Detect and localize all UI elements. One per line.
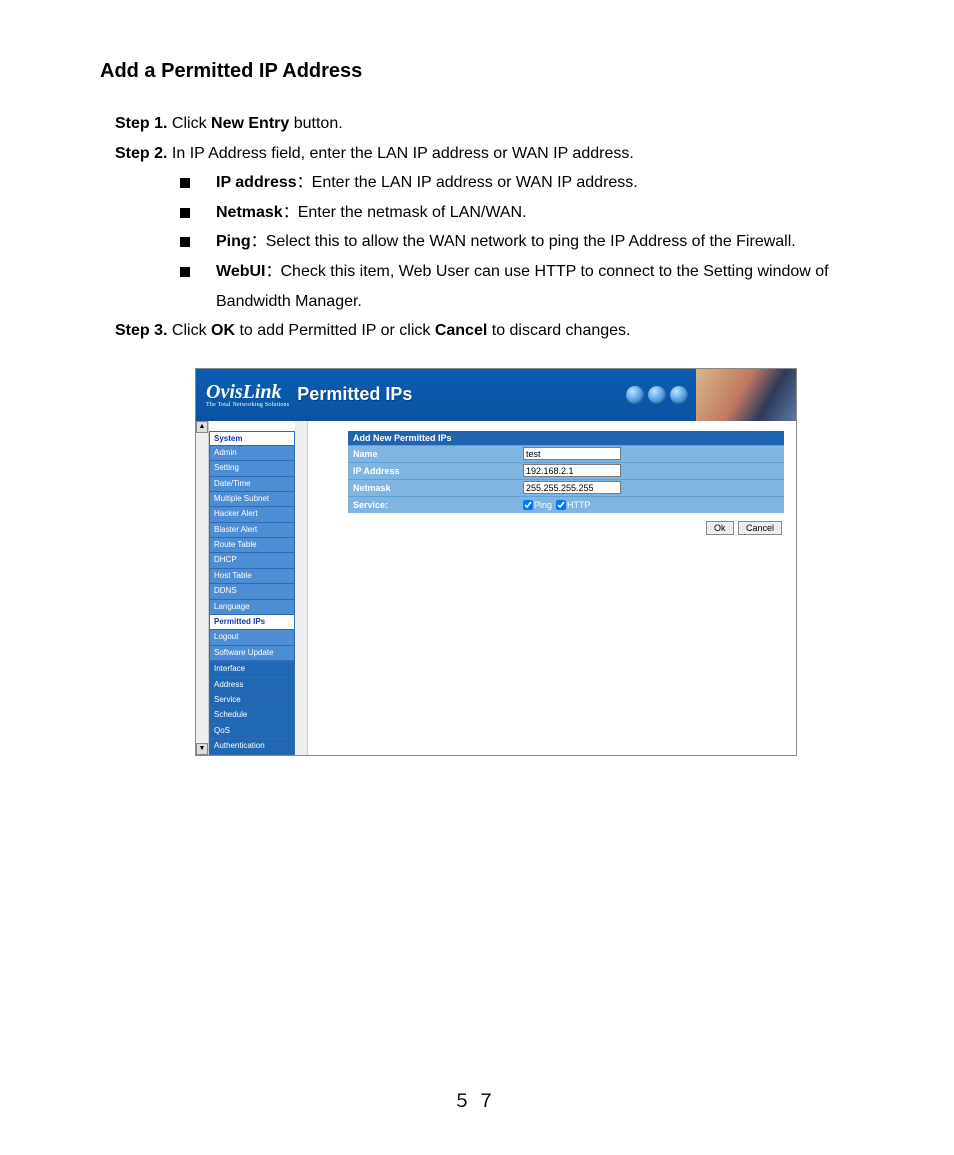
bullet-ip-address: IP address：Enter the LAN IP address or W…	[180, 168, 859, 198]
checkbox-ping[interactable]: Ping	[523, 500, 552, 510]
step-1: Step 1. Click New Entry button.	[115, 109, 859, 139]
nav-item-interface[interactable]: Interface	[209, 661, 295, 676]
banner-title: Permitted IPs	[297, 384, 412, 405]
input-name[interactable]	[523, 447, 621, 460]
input-netmask[interactable]	[523, 481, 621, 494]
bullet-ping: Ping：Select this to allow the WAN networ…	[180, 227, 859, 257]
screenshot-permitted-ips: OvisLink The Total Networking Solutions …	[195, 368, 797, 756]
checkbox-http-input[interactable]	[556, 500, 566, 510]
scroll-up-icon[interactable]: ▲	[196, 421, 208, 433]
globe-icon	[670, 386, 688, 404]
square-bullet-icon	[180, 208, 190, 218]
nav-item-route-table[interactable]: Route Table	[209, 537, 295, 552]
nav-item-multiple-subnet[interactable]: Multiple Subnet	[209, 491, 295, 506]
ok-button[interactable]: Ok	[706, 521, 734, 535]
globe-icon	[648, 386, 666, 404]
brand-logo: OvisLink The Total Networking Solutions	[206, 382, 289, 408]
square-bullet-icon	[180, 178, 190, 188]
row-service: Service: Ping HTTP	[348, 496, 784, 513]
checkbox-ping-input[interactable]	[523, 500, 533, 510]
row-netmask: Netmask	[348, 479, 784, 496]
nav-item-permitted-ips[interactable]: Permitted IPs	[209, 614, 295, 629]
globe-icon	[626, 386, 644, 404]
sidebar-scrollbar[interactable]: ▲ ▼	[196, 421, 209, 755]
nav-item-hacker-alert[interactable]: Hacker Alert	[209, 506, 295, 521]
cancel-button[interactable]: Cancel	[738, 521, 782, 535]
nav-item-qos[interactable]: QoS	[209, 723, 295, 738]
bullet-webui: WebUI：Check this item, Web User can use …	[180, 257, 859, 316]
nav-item-schedule[interactable]: Schedule	[209, 707, 295, 722]
label-service: Service:	[348, 500, 523, 510]
bullet-netmask: Netmask：Enter the netmask of LAN/WAN.	[180, 198, 859, 228]
sidebar-divider	[295, 421, 308, 755]
nav-item-dhcp[interactable]: DHCP	[209, 552, 295, 567]
brand-name: OvisLink	[206, 381, 282, 403]
banner-photo	[696, 369, 796, 421]
step-3: Step 3. Click OK to add Permitted IP or …	[115, 316, 859, 346]
nav-item-setting[interactable]: Setting	[209, 460, 295, 475]
checkbox-http[interactable]: HTTP	[556, 500, 591, 510]
label-ip: IP Address	[348, 466, 523, 476]
label-netmask: Netmask	[348, 483, 523, 493]
square-bullet-icon	[180, 267, 190, 277]
brand-tagline: The Total Networking Solutions	[206, 402, 289, 408]
page-number: ５７	[0, 1087, 954, 1113]
app-banner: OvisLink The Total Networking Solutions …	[196, 369, 796, 421]
nav-item-ddns[interactable]: DDNS	[209, 583, 295, 598]
nav-item-blaster-alert[interactable]: Blaster Alert	[209, 522, 295, 537]
row-ip: IP Address	[348, 462, 784, 479]
nav-item-admin[interactable]: Admin	[209, 445, 295, 460]
sidebar-nav: System AdminSettingDate/TimeMultiple Sub…	[209, 421, 295, 755]
row-name: Name	[348, 445, 784, 462]
nav-item-host-table[interactable]: Host Table	[209, 568, 295, 583]
step-2: Step 2. In IP Address field, enter the L…	[115, 139, 859, 169]
nav-item-authentication[interactable]: Authentication	[209, 738, 295, 753]
input-ip[interactable]	[523, 464, 621, 477]
nav-item-language[interactable]: Language	[209, 599, 295, 614]
square-bullet-icon	[180, 237, 190, 247]
scroll-down-icon[interactable]: ▼	[196, 743, 208, 755]
globe-icons	[626, 386, 688, 404]
nav-item-software-update[interactable]: Software Update	[209, 645, 295, 661]
nav-item-logout[interactable]: Logout	[209, 629, 295, 644]
form-header: Add New Permitted IPs	[348, 431, 784, 445]
nav-item-address[interactable]: Address	[209, 677, 295, 692]
nav-item-content-filtering[interactable]: Content Filtering	[209, 754, 295, 756]
nav-header-system[interactable]: System	[209, 431, 295, 445]
label-name: Name	[348, 449, 523, 459]
main-panel: Add New Permitted IPs Name IP Address Ne…	[308, 421, 796, 755]
nav-item-date-time[interactable]: Date/Time	[209, 476, 295, 491]
nav-item-service[interactable]: Service	[209, 692, 295, 707]
page-title: Add a Permitted IP Address	[100, 60, 859, 83]
